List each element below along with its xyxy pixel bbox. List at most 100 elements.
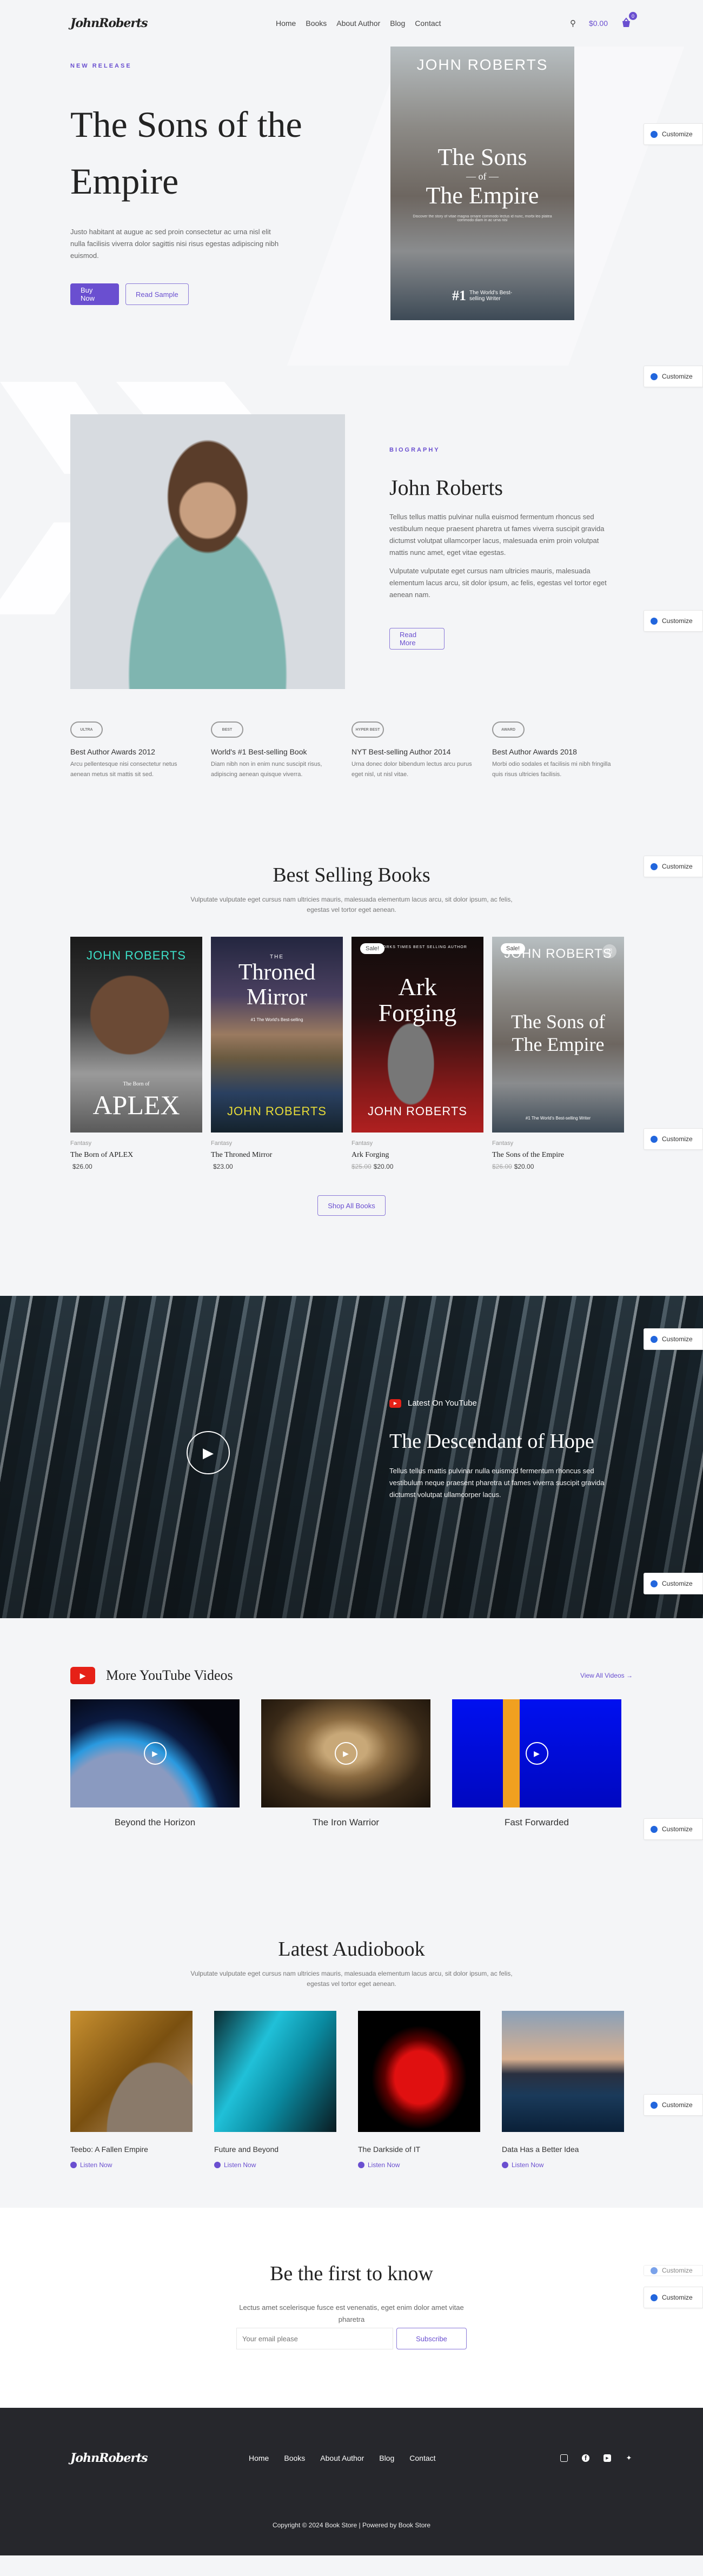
- footer-nav-home[interactable]: Home: [249, 2454, 269, 2462]
- footer-nav-blog[interactable]: Blog: [379, 2454, 394, 2462]
- customize-button[interactable]: Customize: [644, 1573, 703, 1594]
- audiobook-card[interactable]: The Darkside of IT Listen Now: [358, 2011, 480, 2169]
- audiobook-title[interactable]: The Darkside of IT: [358, 2145, 480, 2154]
- cart-button[interactable]: 0: [621, 12, 637, 29]
- book-card[interactable]: Sale! NEW YORKS TIMES BEST SELLING AUTHO…: [352, 937, 483, 1170]
- buy-now-button[interactable]: Buy Now: [70, 283, 119, 305]
- listen-now-link[interactable]: Listen Now: [70, 2161, 193, 2169]
- book-price: $23.00: [211, 1163, 343, 1170]
- video-title[interactable]: Fast Forwarded: [452, 1817, 621, 1828]
- book-old-price: $25.00: [352, 1163, 372, 1170]
- search-icon[interactable]: ⚲: [570, 18, 576, 28]
- award-item: HYPER BEST NYT Best-selling Author 2014 Ur…: [352, 721, 492, 780]
- listen-now-link[interactable]: Listen Now: [214, 2161, 336, 2169]
- customize-button[interactable]: Customize: [644, 1328, 703, 1350]
- site-logo[interactable]: JohnRoberts: [70, 16, 233, 30]
- customize-button[interactable]: Customize: [644, 123, 703, 145]
- book-card[interactable]: JOHN ROBERTS The Born of APLEX Fantasy T…: [70, 937, 202, 1170]
- book-current-price: $26.00: [72, 1163, 92, 1170]
- customize-button[interactable]: Customize: [644, 366, 703, 387]
- nav-books[interactable]: Books: [306, 19, 327, 28]
- facebook-icon[interactable]: f: [582, 2454, 589, 2462]
- customize-label: Customize: [662, 2267, 693, 2274]
- customize-label: Customize: [662, 130, 693, 138]
- book-title[interactable]: The Sons of the Empire: [492, 1151, 624, 1160]
- audiobook-card[interactable]: Teebo: A Fallen Empire Listen Now: [70, 2011, 193, 2169]
- award-text: Arcu pellentesque nisi consectetur netus…: [70, 761, 177, 778]
- youtube-icon: ▶: [389, 1399, 401, 1408]
- nav-about-author[interactable]: About Author: [336, 19, 380, 28]
- footer-nav-books[interactable]: Books: [284, 2454, 305, 2462]
- cover-subtitle: #1 The World's Best-selling: [250, 1017, 303, 1022]
- audiobook-cover[interactable]: [214, 2011, 336, 2132]
- play-icon[interactable]: ▶: [143, 1742, 167, 1765]
- read-more-button[interactable]: Read More: [389, 628, 445, 650]
- book-category: Fantasy: [492, 1140, 514, 1147]
- video-thumbnail[interactable]: ▶: [261, 1699, 430, 1807]
- palette-icon: [651, 130, 658, 138]
- sale-badge: Sale!: [360, 943, 385, 954]
- audiobook-title[interactable]: Future and Beyond: [214, 2145, 336, 2154]
- award-text: Morbi odio sodales et facilisis mi nibh …: [492, 761, 611, 778]
- twitter-icon[interactable]: ✦: [625, 2454, 633, 2462]
- book-title[interactable]: The Born of APLEX: [70, 1151, 202, 1160]
- customize-button[interactable]: Customize: [644, 2287, 703, 2308]
- video-card[interactable]: ▶ The Iron Warrior: [261, 1699, 430, 1828]
- read-sample-button[interactable]: Read Sample: [125, 283, 189, 305]
- play-icon[interactable]: ▶: [334, 1742, 357, 1765]
- book-cover[interactable]: Sale! NEW YORKS TIMES BEST SELLING AUTHO…: [352, 937, 483, 1133]
- book-cover[interactable]: Sale! ☑ JOHN ROBERTS The Sons of The Emp…: [492, 937, 624, 1133]
- video-card[interactable]: ▶ Beyond the Horizon: [70, 1699, 240, 1828]
- video-thumbnail[interactable]: ▶: [452, 1699, 621, 1807]
- book-title[interactable]: Ark Forging: [352, 1151, 483, 1160]
- audiobook-title[interactable]: Teebo: A Fallen Empire: [70, 2145, 193, 2154]
- video-thumbnail[interactable]: ▶: [70, 1699, 240, 1807]
- add-to-cart-icon[interactable]: ☑: [602, 944, 616, 958]
- customize-button[interactable]: Customize: [644, 1128, 703, 1150]
- award-text: Diam nibh non in enim nunc suscipit risu…: [211, 761, 322, 778]
- audiobook-cover[interactable]: [358, 2011, 480, 2132]
- video-card[interactable]: ▶ Fast Forwarded: [452, 1699, 621, 1828]
- nav-blog[interactable]: Blog: [390, 19, 405, 28]
- palette-icon: [651, 1135, 658, 1143]
- play-circle-icon: [358, 2162, 364, 2168]
- play-video-button[interactable]: ▶: [187, 1431, 230, 1474]
- book-cover[interactable]: JOHN ROBERTS The Born of APLEX: [70, 937, 202, 1133]
- listen-now-link[interactable]: Listen Now: [502, 2161, 624, 2169]
- book-title[interactable]: The Throned Mirror: [211, 1151, 343, 1160]
- customize-button[interactable]: Customize: [644, 1818, 703, 1840]
- cover-author: JOHN ROBERTS: [87, 949, 186, 962]
- customize-button[interactable]: Customize: [644, 856, 703, 877]
- video-title[interactable]: The Iron Warrior: [261, 1817, 430, 1828]
- shop-all-books-button[interactable]: Shop All Books: [317, 1195, 386, 1216]
- palette-icon: [651, 2101, 658, 2109]
- palette-icon: [651, 863, 658, 870]
- customize-button[interactable]: Customize: [644, 610, 703, 632]
- audiobook-card[interactable]: Data Has a Better Idea Listen Now: [502, 2011, 624, 2169]
- audiobook-title[interactable]: Data Has a Better Idea: [502, 2145, 624, 2154]
- email-input[interactable]: [236, 2328, 393, 2349]
- nav-home[interactable]: Home: [276, 19, 296, 28]
- nav-contact[interactable]: Contact: [415, 19, 441, 28]
- audiobook-cover[interactable]: [502, 2011, 624, 2132]
- footer-nav-about-author[interactable]: About Author: [320, 2454, 364, 2462]
- view-all-videos-link[interactable]: View All Videos →: [580, 1672, 633, 1679]
- book-card[interactable]: THE Throned Mirror #1 The World's Best-s…: [211, 937, 343, 1170]
- listen-now-link[interactable]: Listen Now: [358, 2161, 480, 2169]
- play-icon[interactable]: ▶: [525, 1742, 548, 1765]
- footer-logo[interactable]: JohnRoberts: [70, 2451, 233, 2465]
- audiobook-cover[interactable]: [70, 2011, 193, 2132]
- book-cover[interactable]: THE Throned Mirror #1 The World's Best-s…: [211, 937, 343, 1133]
- video-title[interactable]: Beyond the Horizon: [70, 1817, 240, 1828]
- youtube-icon[interactable]: ▶: [603, 2454, 611, 2462]
- audiobook-card[interactable]: Future and Beyond Listen Now: [214, 2011, 336, 2169]
- hero-book-cover[interactable]: JOHN ROBERTS The Sons — of — The Empire …: [390, 47, 574, 320]
- subscribe-button[interactable]: Subscribe: [396, 2328, 467, 2349]
- cart-total[interactable]: $0.00: [589, 19, 608, 28]
- book-card[interactable]: Sale! ☑ JOHN ROBERTS The Sons of The Emp…: [492, 937, 624, 1170]
- customize-button[interactable]: Customize: [644, 2265, 703, 2276]
- footer-nav-contact[interactable]: Contact: [409, 2454, 435, 2462]
- instagram-icon[interactable]: [560, 2454, 568, 2462]
- customize-button[interactable]: Customize: [644, 2094, 703, 2116]
- book-grid: JOHN ROBERTS The Born of APLEX Fantasy T…: [70, 937, 633, 1170]
